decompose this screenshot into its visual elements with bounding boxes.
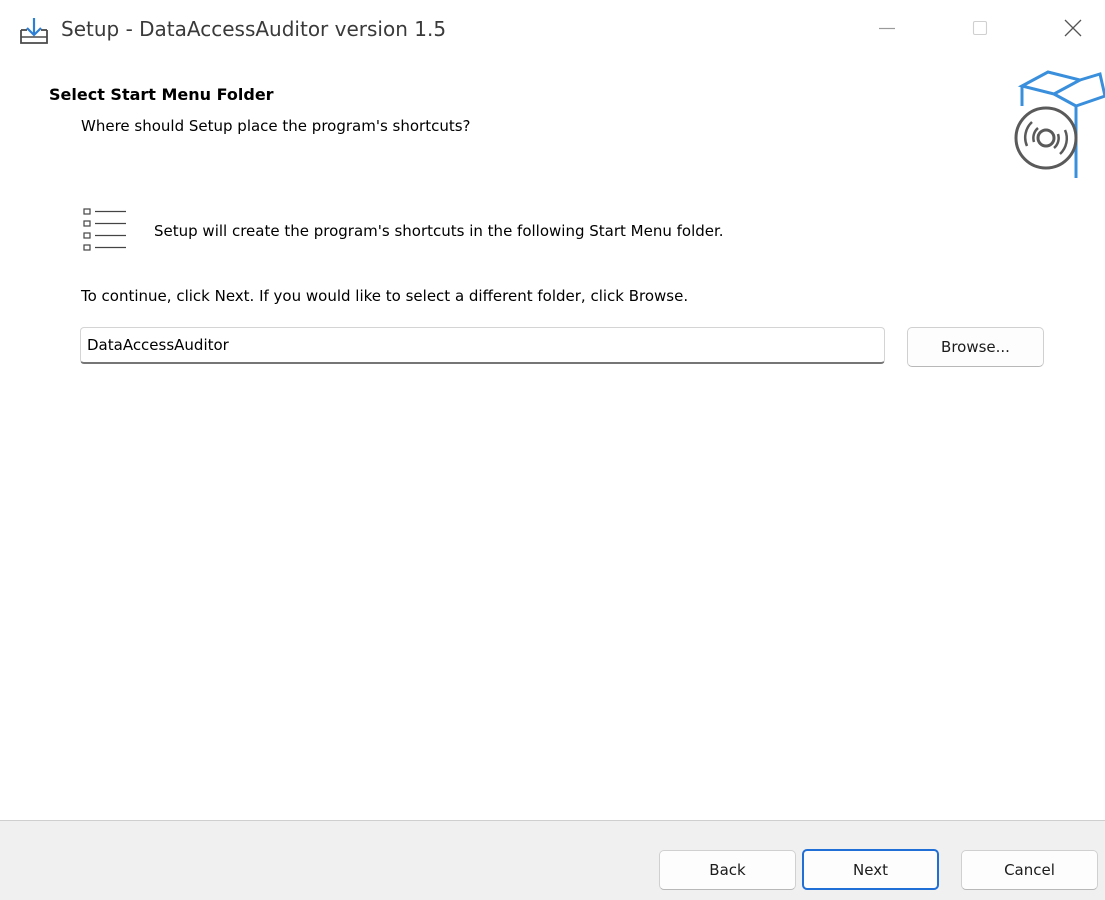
footer-bar [0,820,1105,900]
close-icon [1062,17,1084,43]
setup-window: Setup - DataAccessAuditor version 1.5 Se… [0,0,1105,900]
minimize-icon [877,18,897,42]
shortcut-info-text: Setup will create the program's shortcut… [154,222,724,240]
minimize-button[interactable] [864,12,910,48]
next-button[interactable]: Next [802,849,939,890]
installer-box-disc-icon [1008,66,1105,178]
start-menu-folder-input[interactable] [80,327,885,364]
title-bar[interactable]: Setup - DataAccessAuditor version 1.5 [0,0,1105,62]
page-subtitle: Where should Setup place the program's s… [81,117,471,135]
cancel-button[interactable]: Cancel [961,850,1098,890]
page-title: Select Start Menu Folder [49,85,274,104]
back-button[interactable]: Back [659,850,796,890]
maximize-icon [970,18,990,42]
instruction-text: To continue, click Next. If you would li… [81,287,689,305]
installer-download-icon [18,16,50,46]
close-button[interactable] [1050,12,1096,48]
maximize-button[interactable] [957,12,1003,48]
window-title: Setup - DataAccessAuditor version 1.5 [61,17,447,41]
browse-button[interactable]: Browse... [907,327,1044,367]
shortcut-list-icon [82,206,128,254]
